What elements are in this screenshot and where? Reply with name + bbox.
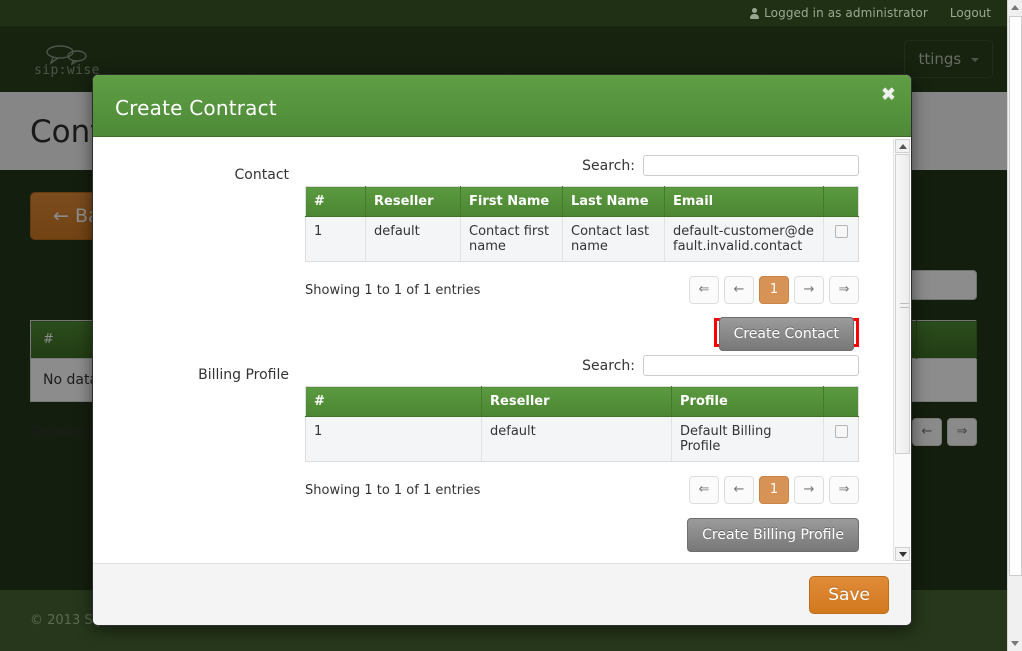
billing-profile-pagination: ⇐ ← 1 → ⇒ xyxy=(689,476,859,504)
billing-profile-table-info: Showing 1 to 1 of 1 entries xyxy=(305,483,480,498)
contact-page-1[interactable]: 1 xyxy=(759,276,789,304)
billing-cell-profile: Default Billing Profile xyxy=(672,417,824,462)
scrollbar-grip-icon xyxy=(900,303,909,308)
scroll-up-button[interactable] xyxy=(1008,0,1022,15)
contact-cell-last-name: Contact last name xyxy=(563,217,665,262)
billing-column-select xyxy=(824,387,859,417)
table-row[interactable]: 1 default Default Billing Profile xyxy=(306,417,859,462)
modal-footer: Save xyxy=(93,563,911,625)
contact-pagination: ⇐ ← 1 → ⇒ xyxy=(689,276,859,304)
create-contract-modal: Create Contract ✖ Contact Search: # Rese… xyxy=(92,74,912,626)
scrollbar-thumb[interactable] xyxy=(1009,16,1022,576)
create-billing-profile-button[interactable]: Create Billing Profile xyxy=(687,518,859,552)
billing-page-1[interactable]: 1 xyxy=(759,476,789,504)
contact-search-row: Search: xyxy=(305,155,859,176)
contact-section-field: Search: # Reseller First Name Last Name … xyxy=(305,155,881,347)
billing-profile-table: # Reseller Profile 1 default Default Bil… xyxy=(305,386,859,462)
billing-page-prev[interactable]: ← xyxy=(724,476,754,504)
billing-column-reseller[interactable]: Reseller xyxy=(482,387,672,417)
close-icon[interactable]: ✖ xyxy=(881,86,896,104)
billing-row-checkbox[interactable] xyxy=(835,425,848,438)
contact-cell-first-name: Contact first name xyxy=(461,217,563,262)
create-contact-highlight: Create Contact xyxy=(714,318,859,347)
save-button[interactable]: Save xyxy=(809,576,889,614)
contact-search-input[interactable] xyxy=(643,155,859,176)
contact-cell-reseller: default xyxy=(366,217,461,262)
contact-page-first[interactable]: ⇐ xyxy=(689,276,719,304)
contact-column-reseller[interactable]: Reseller xyxy=(366,187,461,217)
contact-column-email[interactable]: Email xyxy=(665,187,824,217)
modal-title: Create Contract xyxy=(115,96,277,120)
modal-scroll-down-button[interactable] xyxy=(895,547,910,561)
modal-scroll-up-button[interactable] xyxy=(895,139,910,153)
contact-table-info: Showing 1 to 1 of 1 entries xyxy=(305,283,480,298)
table-row[interactable]: 1 default Contact first name Contact las… xyxy=(306,217,859,262)
caret-down-icon xyxy=(899,552,907,557)
billing-page-last[interactable]: ⇒ xyxy=(829,476,859,504)
logout-link[interactable]: Logout xyxy=(950,6,991,20)
user-icon xyxy=(750,8,759,19)
billing-profile-section-field: Search: # Reseller Profile xyxy=(305,355,881,552)
contact-column-number[interactable]: # xyxy=(306,187,366,217)
browser-scrollbar[interactable] xyxy=(1007,0,1022,651)
contact-section-label: Contact xyxy=(123,155,305,347)
modal-header: Create Contract ✖ xyxy=(93,75,911,137)
billing-column-profile[interactable]: Profile xyxy=(672,387,824,417)
contact-page-last[interactable]: ⇒ xyxy=(829,276,859,304)
create-contact-button[interactable]: Create Contact xyxy=(719,317,854,351)
contact-cell-select xyxy=(824,217,859,262)
billing-page-next[interactable]: → xyxy=(794,476,824,504)
logged-in-label: Logged in as administrator xyxy=(764,6,928,20)
modal-body: Contact Search: # Reseller First Name La… xyxy=(93,137,911,563)
contact-column-last-name[interactable]: Last Name xyxy=(563,187,665,217)
billing-profile-search-input[interactable] xyxy=(643,355,859,376)
contact-search-label: Search: xyxy=(582,158,635,174)
contact-cell-number: 1 xyxy=(306,217,366,262)
contact-table-footer: Showing 1 to 1 of 1 entries ⇐ ← 1 → ⇒ xyxy=(305,276,859,304)
billing-profile-table-footer: Showing 1 to 1 of 1 entries ⇐ ← 1 → ⇒ xyxy=(305,476,859,504)
billing-cell-reseller: default xyxy=(482,417,672,462)
billing-cell-number: 1 xyxy=(306,417,482,462)
contact-column-select xyxy=(824,187,859,217)
scroll-down-button[interactable] xyxy=(1008,636,1022,651)
contact-table-header-row: # Reseller First Name Last Name Email xyxy=(306,187,859,217)
billing-cell-select xyxy=(824,417,859,462)
billing-profile-search-row: Search: xyxy=(305,355,859,376)
billing-column-number[interactable]: # xyxy=(306,387,482,417)
billing-profile-table-header-row: # Reseller Profile xyxy=(306,387,859,417)
contact-cell-email: default-customer@default.invalid.contact xyxy=(665,217,824,262)
caret-down-icon xyxy=(1011,641,1019,646)
billing-profile-section-label: Billing Profile xyxy=(123,355,305,552)
caret-up-icon xyxy=(1011,5,1019,10)
contact-section: Contact Search: # Reseller First Name La… xyxy=(123,155,881,347)
caret-up-icon xyxy=(899,144,907,149)
billing-profile-section: Billing Profile Search: # Reseller Profi… xyxy=(123,355,881,552)
logged-in-status: Logged in as administrator xyxy=(750,6,928,20)
contact-column-first-name[interactable]: First Name xyxy=(461,187,563,217)
modal-scrollbar[interactable] xyxy=(893,139,910,561)
contact-page-prev[interactable]: ← xyxy=(724,276,754,304)
billing-profile-search-label: Search: xyxy=(582,358,635,374)
contact-page-next[interactable]: → xyxy=(794,276,824,304)
top-utility-bar: Logged in as administrator Logout xyxy=(0,0,1007,27)
modal-scrollbar-thumb[interactable] xyxy=(895,154,910,454)
create-contact-row: Create Contact xyxy=(305,318,859,347)
contact-row-checkbox[interactable] xyxy=(835,225,848,238)
create-billing-profile-row: Create Billing Profile xyxy=(305,518,859,552)
contact-table: # Reseller First Name Last Name Email 1 … xyxy=(305,186,859,262)
billing-page-first[interactable]: ⇐ xyxy=(689,476,719,504)
